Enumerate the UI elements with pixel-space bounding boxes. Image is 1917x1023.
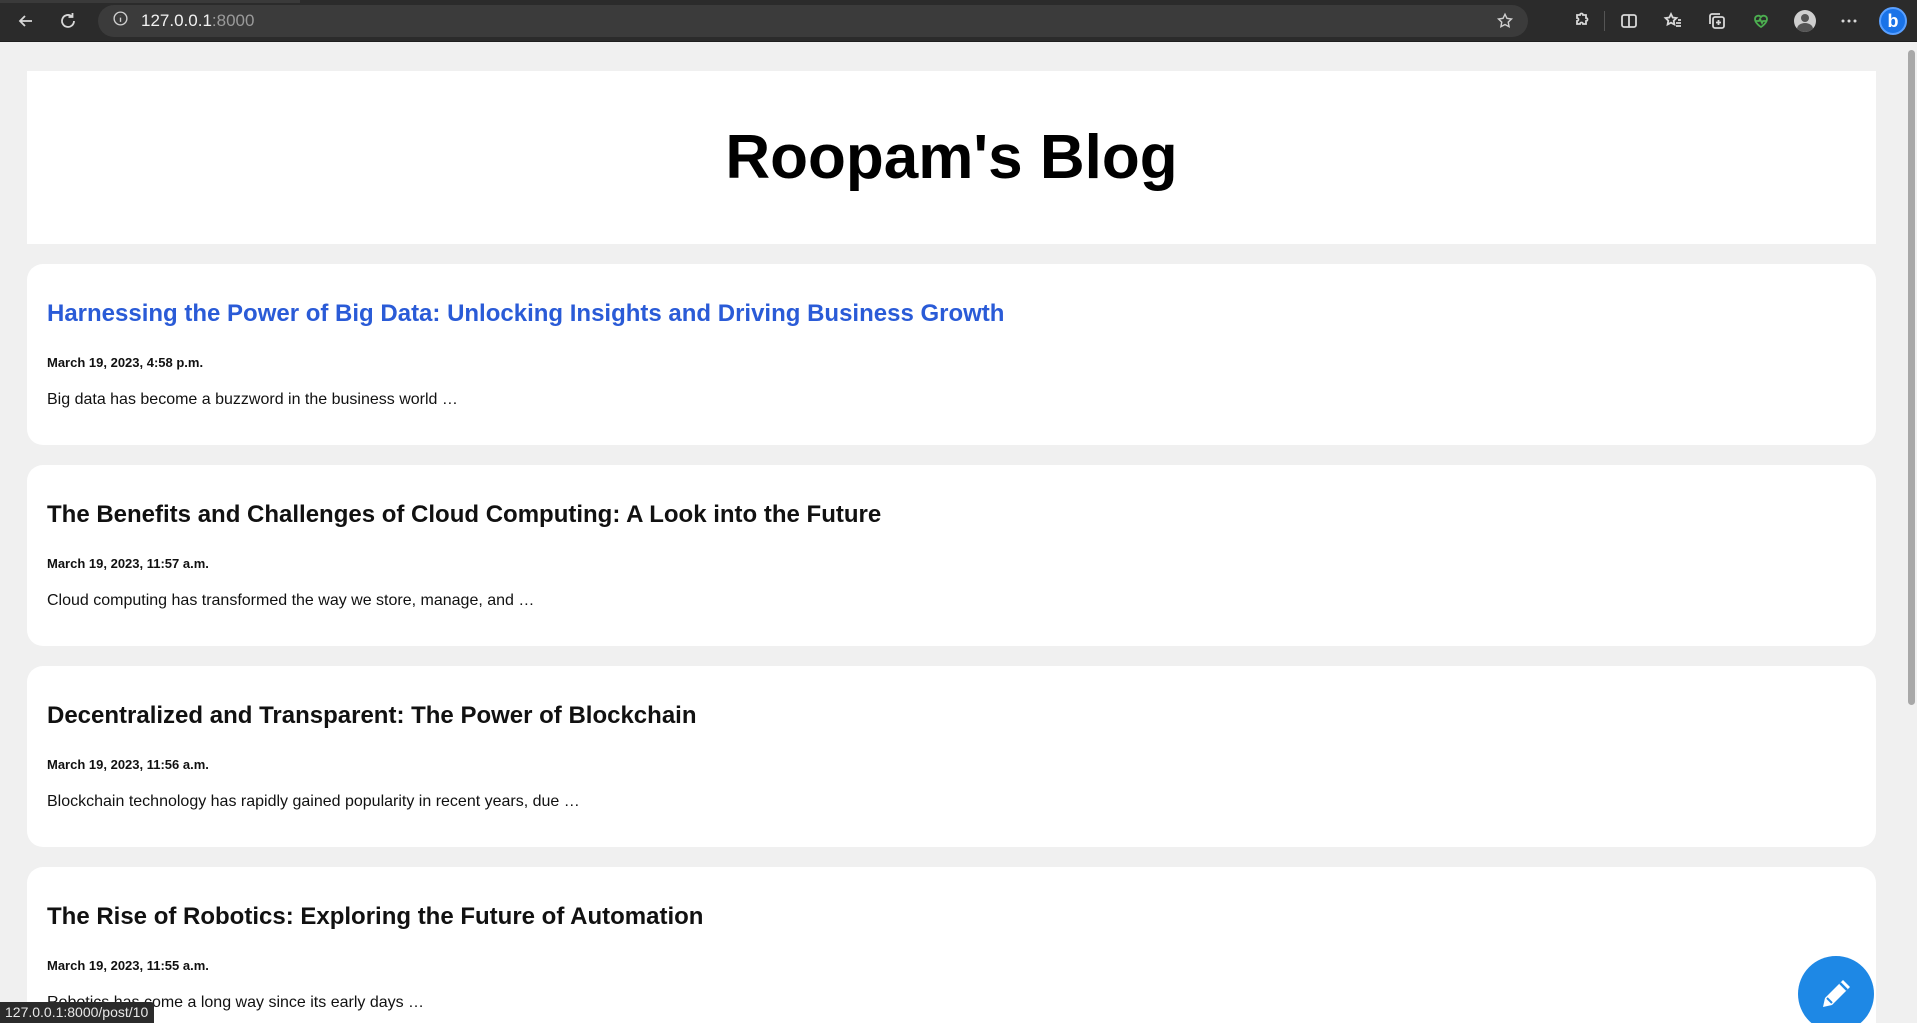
heart-pulse-icon[interactable] (1739, 3, 1783, 39)
post-title-link[interactable]: The Rise of Robotics: Exploring the Futu… (47, 903, 703, 931)
split-screen-icon[interactable] (1607, 3, 1651, 39)
url-port: :8000 (211, 11, 255, 30)
post-card: The Benefits and Challenges of Cloud Com… (27, 465, 1876, 646)
post-title-link[interactable]: The Benefits and Challenges of Cloud Com… (47, 501, 881, 529)
url-host: 127.0.0.1 (141, 11, 212, 30)
puzzle-icon[interactable] (1558, 3, 1602, 39)
copilot-badge: b (1879, 7, 1907, 35)
page-viewport: Roopam's Blog Harnessing the Power of Bi… (0, 42, 1905, 1023)
address-bar[interactable]: 127.0.0.1:8000 (98, 5, 1528, 37)
back-arrow-icon[interactable] (8, 3, 44, 39)
tab-strip-edge (0, 0, 300, 3)
post-date: March 19, 2023, 11:56 a.m. (47, 757, 209, 772)
toolbar-actions: b (1558, 3, 1917, 39)
toolbar-separator (1604, 11, 1605, 31)
more-icon[interactable] (1827, 3, 1871, 39)
page-scrollbar[interactable] (1905, 42, 1917, 1023)
post-title-link[interactable]: Decentralized and Transparent: The Power… (47, 702, 697, 730)
scrollbar-thumb[interactable] (1908, 50, 1915, 705)
post-title-link[interactable]: Harnessing the Power of Big Data: Unlock… (47, 300, 1004, 328)
post-date: March 19, 2023, 11:55 a.m. (47, 958, 209, 973)
post-date: March 19, 2023, 4:58 p.m. (47, 355, 204, 370)
page-title: Roopam's Blog (725, 123, 1178, 192)
blog-header: Roopam's Blog (27, 71, 1876, 244)
new-post-button[interactable] (1798, 956, 1874, 1023)
bing-icon[interactable]: b (1871, 3, 1915, 39)
post-card: The Rise of Robotics: Exploring the Futu… (27, 867, 1876, 1023)
avatar (1794, 10, 1816, 32)
post-card: Decentralized and Transparent: The Power… (27, 666, 1876, 847)
link-status-tooltip: 127.0.0.1:8000/post/10 (0, 1002, 155, 1023)
pencil-icon (1823, 980, 1850, 1007)
post-card: Harnessing the Power of Big Data: Unlock… (27, 264, 1876, 445)
post-excerpt: Blockchain technology has rapidly gained… (47, 793, 580, 810)
profile-icon[interactable] (1783, 3, 1827, 39)
browser-toolbar: 127.0.0.1:8000 b (0, 0, 1917, 42)
star-icon[interactable] (1496, 12, 1514, 35)
collections-icon[interactable] (1695, 3, 1739, 39)
post-date: March 19, 2023, 11:57 a.m. (47, 556, 209, 571)
site-info-icon[interactable] (112, 10, 129, 32)
favorites-icon[interactable] (1651, 3, 1695, 39)
reload-icon[interactable] (50, 3, 86, 39)
post-excerpt: Cloud computing has transformed the way … (47, 592, 535, 609)
post-excerpt: Big data has become a buzzword in the bu… (47, 391, 458, 408)
